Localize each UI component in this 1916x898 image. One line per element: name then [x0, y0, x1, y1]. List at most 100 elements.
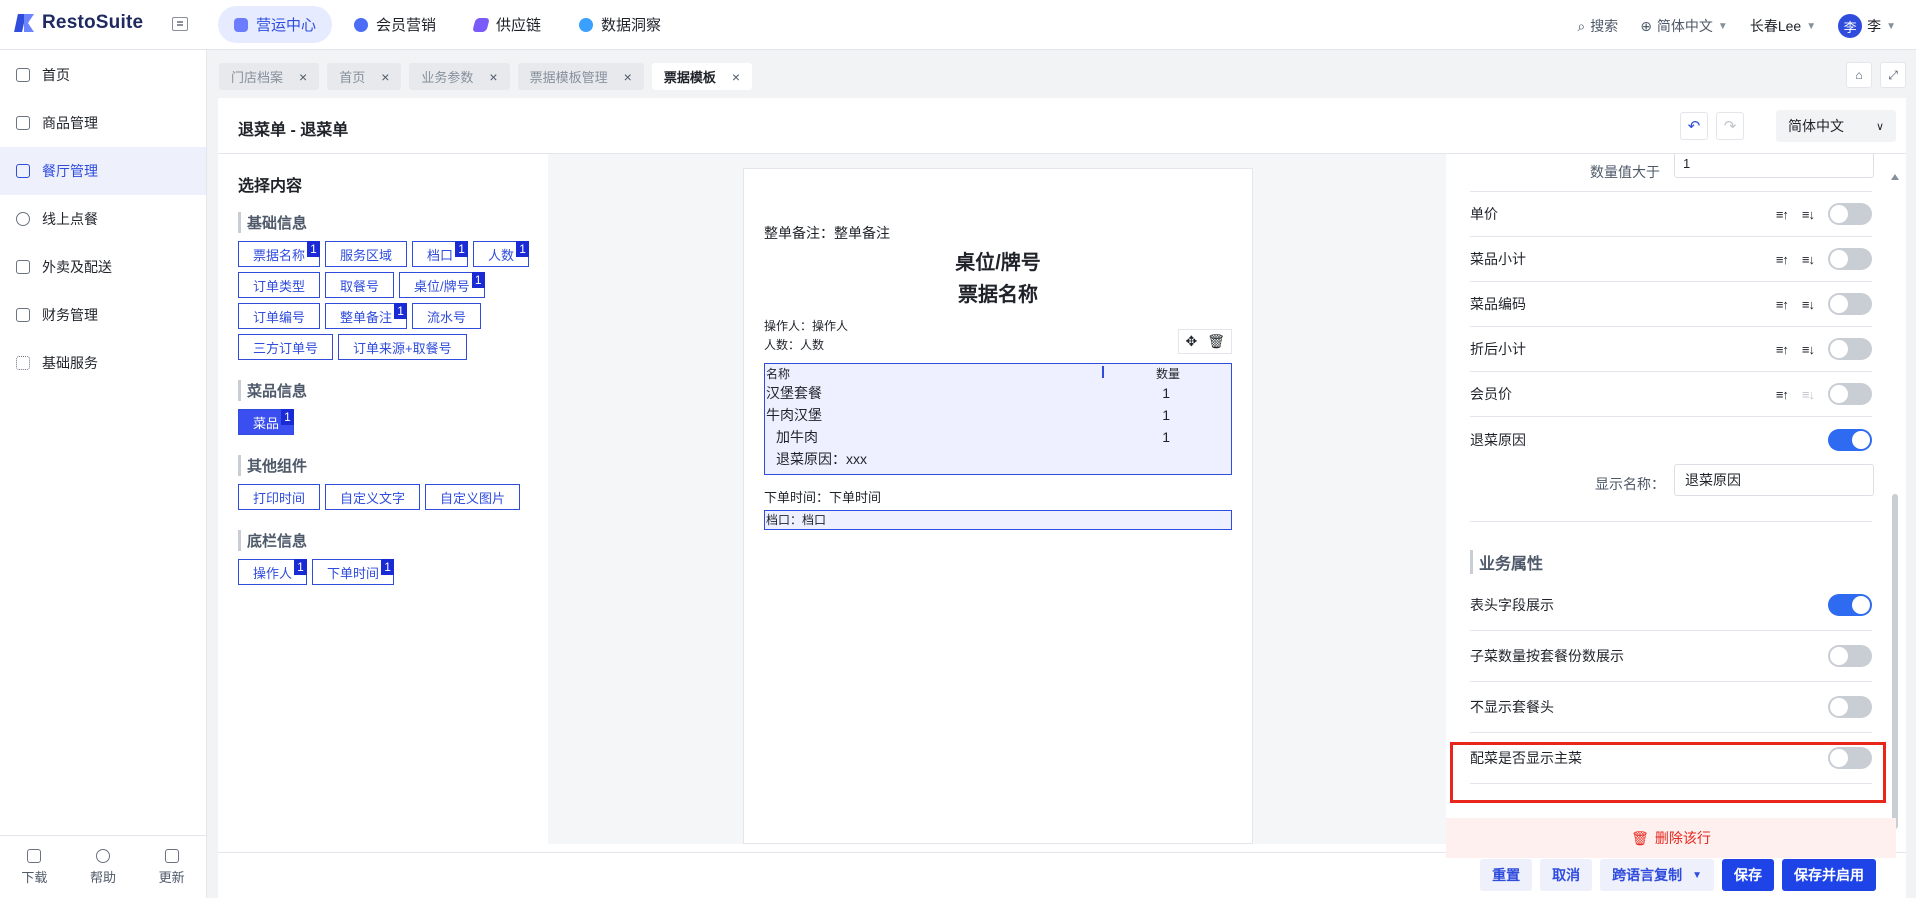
tab-template-management[interactable]: 票据模板管理 ×: [517, 63, 644, 90]
sidebar-item-home[interactable]: 首页: [0, 51, 206, 99]
receipt-bill-name[interactable]: 票据名称: [764, 279, 1232, 311]
tab-home[interactable]: 首页 ×: [327, 63, 402, 90]
save-button[interactable]: 保存: [1722, 859, 1774, 891]
download-button[interactable]: 下载: [21, 848, 47, 886]
template-language-select[interactable]: 简体中文 ∨: [1776, 110, 1896, 142]
sort-down-icon[interactable]: ≡↓: [1802, 207, 1815, 222]
chip-serial-no[interactable]: 流水号: [412, 303, 482, 329]
dish-block[interactable]: 名称 数量 汉堡套餐 1 牛肉汉堡 1 加牛肉 1 退菜原因：xxx: [764, 363, 1232, 475]
sort-down-icon[interactable]: ≡↓: [1802, 297, 1815, 312]
chip-custom-image[interactable]: 自定义图片: [425, 484, 521, 510]
receipt-remark[interactable]: 整单备注：整单备注: [764, 223, 1232, 243]
update-button[interactable]: 更新: [159, 848, 185, 886]
save-enable-button[interactable]: 保存并启用: [1782, 859, 1876, 891]
language-switch[interactable]: ⊕ 简体中文 ▼: [1640, 16, 1728, 36]
business-label: 表头字段展示: [1470, 597, 1554, 613]
receipt-table-no[interactable]: 桌位/牌号: [764, 247, 1232, 279]
sidebar-item-basic-services[interactable]: 基础服务: [0, 339, 206, 387]
sort-up-icon[interactable]: ≡↑: [1776, 252, 1789, 267]
receipt-stall[interactable]: 档口：档口: [764, 510, 1232, 530]
tab-business-params[interactable]: 业务参数 ×: [409, 63, 510, 90]
chip-pickup-no[interactable]: 取餐号: [325, 272, 395, 298]
chip-third-party-order[interactable]: 三方订单号: [238, 334, 334, 360]
tab-receipt-template[interactable]: 票据模板 ×: [651, 63, 753, 90]
close-icon[interactable]: ×: [624, 69, 632, 85]
close-icon[interactable]: ×: [381, 69, 389, 85]
sort-up-icon[interactable]: ≡↑: [1776, 207, 1789, 222]
chip-custom-text[interactable]: 自定义文字: [325, 484, 421, 510]
dish-code-toggle[interactable]: [1828, 293, 1872, 315]
dish-subtotal-toggle[interactable]: [1828, 248, 1872, 270]
sidebar-item-online-order[interactable]: 线上点餐: [0, 195, 206, 243]
topnav-marketing[interactable]: 会员营销: [338, 6, 452, 43]
chip-dish[interactable]: 菜品 1: [238, 409, 295, 435]
logo[interactable]: RestoSuite: [14, 12, 143, 34]
property-panel-scrollbar[interactable]: [1890, 154, 1900, 844]
help-button[interactable]: 帮助: [90, 848, 116, 886]
sort-up-icon[interactable]: ≡↑: [1776, 342, 1789, 357]
sub-dish-qty-toggle[interactable]: [1828, 645, 1872, 667]
chip-people[interactable]: 人数 1: [473, 241, 530, 267]
business-label: 子菜数量按套餐份数展示: [1470, 648, 1624, 664]
lock-icon[interactable]: ⌂: [1846, 62, 1872, 88]
fullscreen-icon[interactable]: ⤢: [1880, 62, 1906, 88]
chip-print-time[interactable]: 打印时间: [238, 484, 321, 510]
column-resize-handle[interactable]: [1102, 366, 1104, 378]
chip-order-no[interactable]: 订单编号: [238, 303, 321, 329]
close-icon[interactable]: ×: [489, 69, 497, 85]
search-button[interactable]: ⌕ 搜索: [1577, 16, 1618, 36]
chip-order-source-pickup[interactable]: 订单来源+取餐号: [338, 334, 467, 360]
collapse-menu-icon[interactable]: [172, 17, 188, 31]
scroll-up-arrow-icon[interactable]: [1891, 174, 1899, 180]
dish-header-row: 名称 数量: [766, 365, 1230, 382]
tab-label: 票据模板: [663, 70, 716, 85]
field-row-return-reason: 退菜原因: [1470, 417, 1872, 462]
move-icon[interactable]: ✥: [1185, 333, 1197, 350]
member-price-toggle[interactable]: [1828, 383, 1872, 405]
sort-up-icon[interactable]: ≡↑: [1776, 387, 1789, 402]
cross-language-copy-button[interactable]: 跨语言复制 ▼: [1600, 859, 1714, 891]
chip-stall[interactable]: 档口 1: [412, 241, 469, 267]
unit-price-toggle[interactable]: [1828, 203, 1872, 225]
sort-up-icon[interactable]: ≡↑: [1776, 297, 1789, 312]
chip-order-type[interactable]: 订单类型: [238, 272, 321, 298]
redo-icon[interactable]: ↷: [1716, 112, 1744, 140]
undo-icon[interactable]: ↶: [1680, 112, 1708, 140]
hide-combo-head-toggle[interactable]: [1828, 696, 1872, 718]
cancel-button[interactable]: 取消: [1540, 859, 1593, 891]
topnav-data-insight[interactable]: 数据洞察: [563, 6, 677, 43]
user-menu[interactable]: 李李 ▼: [1838, 14, 1896, 38]
sidebar-item-delivery[interactable]: 外卖及配送: [0, 243, 206, 291]
return-reason-toggle[interactable]: [1828, 428, 1872, 451]
chip-operator[interactable]: 操作人 1: [238, 559, 308, 585]
header-fields-toggle[interactable]: [1828, 594, 1872, 616]
receipt-operator[interactable]: 操作人：操作人: [764, 317, 1232, 334]
chip-order-remark[interactable]: 整单备注 1: [325, 303, 408, 329]
qty-threshold-input[interactable]: 1: [1674, 154, 1874, 178]
sidebar-item-restaurant[interactable]: 餐厅管理: [0, 147, 206, 195]
sort-down-icon[interactable]: ≡↓: [1802, 252, 1815, 267]
trash-icon[interactable]: 🗑: [1207, 333, 1225, 350]
store-switch[interactable]: 长春Lee ▼: [1750, 16, 1816, 36]
chip-table-no[interactable]: 桌位/牌号 1: [399, 272, 485, 298]
sidebar-item-finance[interactable]: 财务管理: [0, 291, 206, 339]
sidebar-item-products[interactable]: 商品管理: [0, 99, 206, 147]
receipt-people[interactable]: 人数：人数: [764, 336, 1232, 353]
chip-bill-name[interactable]: 票据名称 1: [238, 241, 321, 267]
reset-button[interactable]: 重置: [1480, 859, 1533, 891]
chip-order-time[interactable]: 下单时间 1: [312, 559, 395, 585]
display-name-input[interactable]: 退菜原因: [1674, 464, 1874, 496]
topnav-supply-chain[interactable]: 供应链: [458, 6, 557, 43]
count-badge: 1: [471, 272, 485, 288]
delete-row-button[interactable]: 🗑 删除该行: [1446, 818, 1896, 858]
close-icon[interactable]: ×: [732, 69, 740, 85]
chip-service-area[interactable]: 服务区域: [325, 241, 408, 267]
discount-subtotal-toggle[interactable]: [1828, 338, 1872, 360]
close-icon[interactable]: ×: [299, 69, 307, 85]
sort-down-icon[interactable]: ≡↓: [1802, 387, 1815, 402]
sort-down-icon[interactable]: ≡↓: [1802, 342, 1815, 357]
topnav-operations[interactable]: 营运中心: [218, 6, 333, 43]
receipt-order-time[interactable]: 下单时间：下单时间: [764, 487, 1232, 506]
scroll-thumb[interactable]: [1892, 494, 1898, 829]
tab-store-profile[interactable]: 门店档案 ×: [219, 63, 320, 90]
